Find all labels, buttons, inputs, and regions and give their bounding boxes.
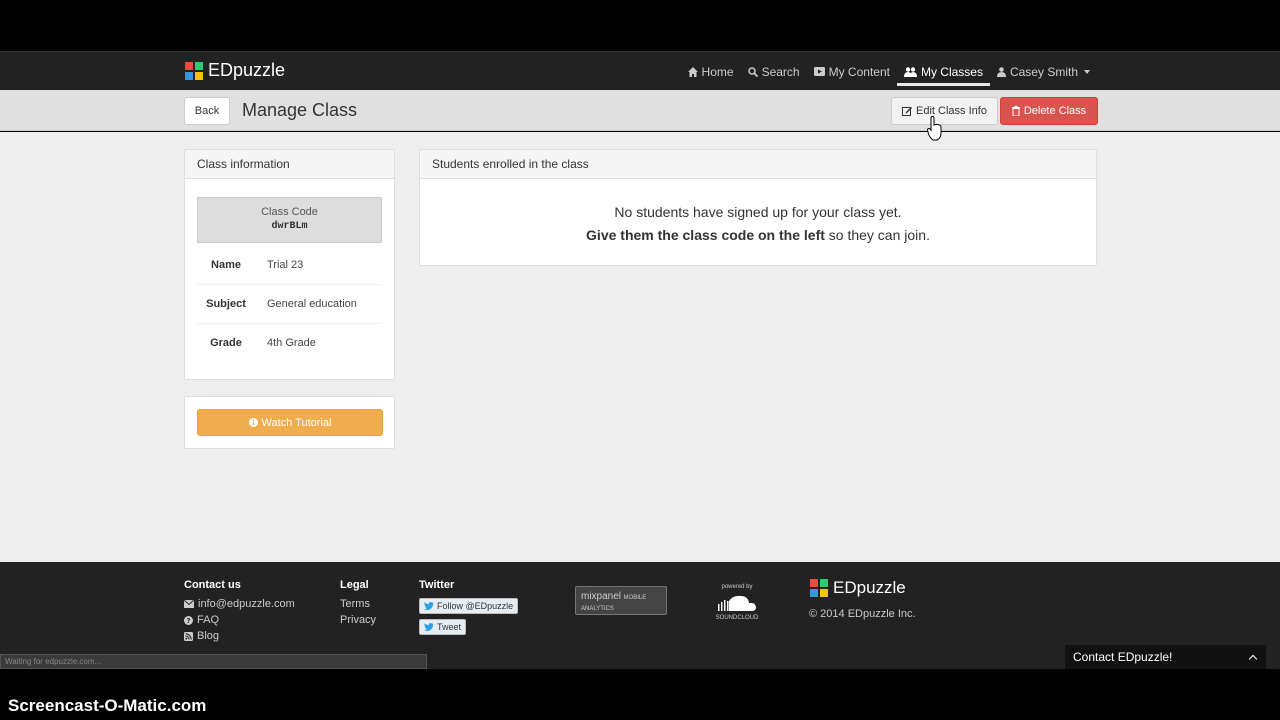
back-button[interactable]: Back — [184, 97, 230, 125]
tweet-button[interactable]: Tweet — [419, 619, 467, 635]
svg-text:?: ? — [186, 617, 190, 625]
screencast-watermark: Screencast-O-Matic.com — [8, 696, 207, 715]
delete-class-label: Delete Class — [1023, 105, 1087, 117]
footer-terms-link[interactable]: Terms — [340, 598, 376, 610]
info-row-grade: Grade 4th Grade — [197, 323, 382, 362]
nav-home[interactable]: Home — [681, 52, 741, 91]
info-row-subject: Subject General education — [197, 284, 382, 323]
search-icon — [747, 66, 758, 77]
empty-line-2: Give them the class code on the left so … — [420, 224, 1096, 247]
rss-icon — [184, 631, 193, 641]
footer-legal-col: Legal Terms Privacy — [340, 579, 376, 630]
delete-class-button[interactable]: Delete Class — [1000, 97, 1098, 125]
info-icon — [248, 418, 258, 427]
info-key: Grade — [210, 337, 242, 349]
nav-user-menu[interactable]: Casey Smith — [990, 52, 1097, 91]
contact-tab-label: Contact EDpuzzle! — [1073, 650, 1173, 664]
footer-twitter-heading: Twitter — [419, 579, 455, 591]
page-footer: Contact us info@edpuzzle.com ? FAQ Blog … — [0, 562, 1280, 669]
empty-line-1: No students have signed up for your clas… — [614, 204, 902, 220]
brand-name: EDpuzzle — [208, 60, 286, 80]
main-content: Class information Class Code dwrBLm Name… — [0, 132, 1280, 562]
nav-my-classes-label: My Classes — [920, 64, 983, 79]
tutorial-panel: Watch Tutorial — [184, 396, 395, 449]
users-icon — [903, 66, 917, 77]
info-value: Trial 23 — [267, 258, 304, 271]
puzzle-logo-icon — [185, 61, 203, 80]
info-value: 4th Grade — [267, 337, 316, 349]
footer-contact-heading: Contact us — [184, 579, 241, 591]
envelope-icon — [184, 600, 194, 608]
soundcloud-badge[interactable]: powered by SOUNDCLOUD — [713, 584, 761, 621]
info-row-name: Name Trial 23 — [197, 245, 382, 284]
nav-search-label: Search — [761, 64, 800, 79]
main-nav: Home Search My Content My Classes Casey … — [681, 52, 1097, 91]
edit-class-info-button[interactable]: Edit Class Info — [891, 97, 998, 125]
class-code-value: dwrBLm — [271, 221, 308, 232]
footer-brand-name: EDpuzzle — [833, 578, 906, 597]
footer-email-link[interactable]: info@edpuzzle.com — [184, 598, 295, 610]
home-icon — [687, 66, 698, 77]
watch-tutorial-label: Watch Tutorial — [261, 416, 332, 429]
footer-contact-col: Contact us info@edpuzzle.com ? FAQ Blog — [184, 579, 295, 646]
footer-brand: EDpuzzle © 2014 EDpuzzle Inc. — [809, 578, 916, 620]
nav-home-label: Home — [701, 64, 734, 79]
twitter-bird-icon — [424, 602, 434, 610]
mixpanel-badge[interactable]: mixpanel MOBILE ANALYTICS — [575, 586, 667, 615]
watch-tutorial-button[interactable]: Watch Tutorial — [197, 409, 383, 436]
nav-user-label: Casey Smith — [1009, 64, 1078, 79]
info-key: Name — [211, 258, 241, 271]
powered-by-label: powered by — [721, 584, 753, 590]
footer-twitter-col: Twitter Follow @EDpuzzle Tweet — [419, 579, 519, 640]
copyright-text: © 2014 EDpuzzle Inc. — [809, 608, 916, 620]
page-header-bar: Back Manage Class Edit Class Info Delete… — [0, 90, 1280, 131]
contact-edpuzzle-tab[interactable]: Contact EDpuzzle! — [1065, 645, 1266, 669]
class-info-heading: Class information — [185, 150, 394, 179]
footer-email-label: info@edpuzzle.com — [198, 598, 295, 610]
hand-cursor-icon — [927, 116, 942, 141]
class-info-panel: Class information Class Code dwrBLm Name… — [184, 149, 395, 380]
puzzle-logo-icon — [810, 579, 828, 597]
user-icon — [996, 66, 1006, 77]
empty-line-2-bold: Give them the class code on the left — [586, 227, 825, 243]
tweet-label: Tweet — [437, 622, 462, 632]
footer-privacy-link[interactable]: Privacy — [340, 614, 376, 626]
soundcloud-cloud-icon — [718, 595, 756, 611]
mixpanel-name: mixpanel — [581, 591, 622, 602]
students-empty-message: No students have signed up for your clas… — [420, 179, 1096, 247]
students-heading: Students enrolled in the class — [420, 150, 1096, 179]
edit-icon — [902, 107, 913, 116]
brand-logo-link[interactable]: EDpuzzle — [184, 60, 285, 81]
video-icon — [813, 67, 825, 76]
class-code-label: Class Code — [261, 206, 318, 218]
footer-faq-label: FAQ — [197, 614, 220, 626]
nav-search[interactable]: Search — [741, 52, 807, 91]
question-icon: ? — [184, 615, 193, 625]
browser-status-bar: Waiting for edpuzzle.com... — [0, 654, 427, 669]
footer-blog-link[interactable]: Blog — [184, 630, 295, 642]
footer-blog-label: Blog — [197, 630, 220, 642]
follow-twitter-label: Follow @EDpuzzle — [437, 601, 514, 611]
students-panel: Students enrolled in the class No studen… — [419, 149, 1097, 266]
class-code-box: Class Code dwrBLm — [197, 197, 382, 243]
twitter-bird-icon — [424, 623, 434, 631]
trash-icon — [1011, 106, 1020, 116]
follow-twitter-button[interactable]: Follow @EDpuzzle — [419, 598, 519, 614]
footer-faq-link[interactable]: ? FAQ — [184, 614, 295, 626]
nav-my-content[interactable]: My Content — [807, 52, 897, 91]
nav-my-content-label: My Content — [828, 64, 890, 79]
caret-down-icon — [1084, 69, 1090, 74]
info-value: General education — [267, 298, 357, 310]
nav-my-classes[interactable]: My Classes — [896, 52, 990, 91]
footer-legal-heading: Legal — [340, 579, 369, 591]
info-key: Subject — [206, 298, 246, 310]
soundcloud-label: SOUNDCLOUD — [715, 615, 759, 621]
empty-line-2-rest: so they can join. — [824, 227, 930, 243]
page-title: Manage Class — [242, 100, 358, 120]
top-navbar: EDpuzzle Home Search My Content My Class… — [0, 51, 1280, 90]
chevron-up-icon — [1248, 654, 1258, 663]
